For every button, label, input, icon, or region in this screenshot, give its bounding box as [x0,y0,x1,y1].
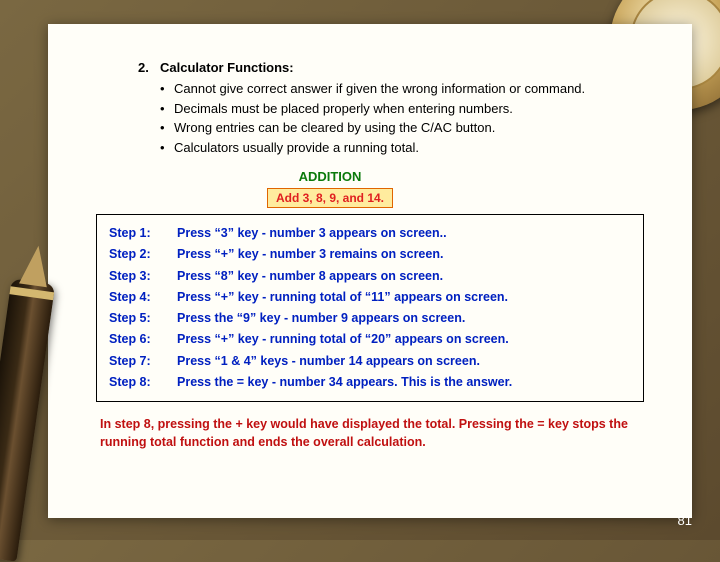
bullet-icon: • [160,138,174,158]
footer-note: In step 8, pressing the + key would have… [100,416,644,451]
steps-container: Step 1:Press “3” key - number 3 appears … [96,214,644,402]
list-item: •Wrong entries can be cleared by using t… [160,118,644,138]
step-row: Step 4:Press “+” key - running total of … [109,287,631,308]
step-text: Press “3” key - number 3 appears on scre… [177,223,447,244]
step-label: Step 8: [109,372,177,393]
operation-title: ADDITION [16,169,644,184]
step-row: Step 6:Press “+” key - running total of … [109,329,631,350]
bullet-icon: • [160,79,174,99]
heading-title: Calculator Functions: [160,60,294,75]
list-item: •Cannot give correct answer if given the… [160,79,644,99]
list-item: •Calculators usually provide a running t… [160,138,644,158]
step-row: Step 7:Press “1 & 4” keys - number 14 ap… [109,351,631,372]
step-row: Step 8:Press the = key - number 34 appea… [109,372,631,393]
page-number: 81 [678,513,692,528]
step-row: Step 5:Press the “9” key - number 9 appe… [109,308,631,329]
bullet-icon: • [160,99,174,119]
step-text: Press “+” key - running total of “11” ap… [177,287,508,308]
step-label: Step 3: [109,266,177,287]
heading-number: 2. [138,60,160,75]
step-row: Step 3:Press “8” key - number 8 appears … [109,266,631,287]
step-text: Press the = key - number 34 appears. Thi… [177,372,512,393]
bullet-text: Calculators usually provide a running to… [174,138,419,158]
step-row: Step 2:Press “+” key - number 3 remains … [109,244,631,265]
pen-decoration [0,278,55,561]
step-text: Press “+” key - running total of “20” ap… [177,329,509,350]
step-text: Press “8” key - number 8 appears on scre… [177,266,443,287]
step-text: Press “+” key - number 3 remains on scre… [177,244,443,265]
step-label: Step 4: [109,287,177,308]
step-label: Step 1: [109,223,177,244]
step-label: Step 5: [109,308,177,329]
pen-tip [19,244,52,288]
step-label: Step 2: [109,244,177,265]
bullet-icon: • [160,118,174,138]
step-text: Press “1 & 4” keys - number 14 appears o… [177,351,480,372]
step-text: Press the “9” key - number 9 appears on … [177,308,465,329]
bullet-text: Wrong entries can be cleared by using th… [174,118,495,138]
section-heading: 2. Calculator Functions: [138,60,644,75]
step-label: Step 6: [109,329,177,350]
document-page: 2. Calculator Functions: •Cannot give co… [48,24,692,518]
bullet-list: •Cannot give correct answer if given the… [160,79,644,157]
list-item: •Decimals must be placed properly when e… [160,99,644,119]
bullet-text: Decimals must be placed properly when en… [174,99,513,119]
step-row: Step 1:Press “3” key - number 3 appears … [109,223,631,244]
step-label: Step 7: [109,351,177,372]
pen-band [9,286,54,300]
bullet-text: Cannot give correct answer if given the … [174,79,585,99]
example-prompt: Add 3, 8, 9, and 14. [267,188,393,208]
